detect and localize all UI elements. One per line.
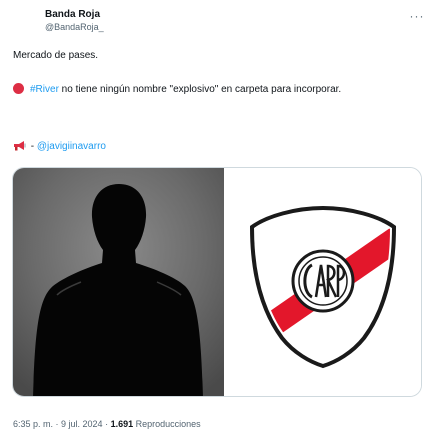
player-silhouette-image[interactable] (13, 168, 224, 396)
author-handle[interactable]: @BandaRoja_ (45, 22, 104, 32)
source-separator: - (28, 141, 37, 152)
more-options-button[interactable]: ··· (407, 9, 427, 23)
author-name[interactable]: Banda Roja (45, 9, 100, 20)
ellipsis-icon: ··· (409, 9, 425, 23)
tweet-source-line: - @javigiinavarro (13, 140, 106, 154)
tweet-text-line: Mercado de pases. (13, 50, 99, 61)
views-label: Reproducciones (133, 419, 201, 429)
tweet: Banda Roja @BandaRoja_ ··· Mercado de pa… (0, 0, 441, 440)
tweet-time[interactable]: 6:35 p. m. (13, 419, 53, 429)
meta-separator: · (102, 419, 111, 429)
river-plate-crest-image[interactable] (224, 168, 421, 396)
red-circle-icon (13, 83, 24, 94)
tweet-media[interactable] (12, 167, 422, 397)
tweet-metadata: 6:35 p. m. · 9 jul. 2024 · 1.691 Reprodu… (13, 419, 201, 429)
tweet-date[interactable]: 9 jul. 2024 (61, 419, 103, 429)
mention-link[interactable]: @javigiinavarro (37, 141, 106, 152)
hashtag-link[interactable]: #River (30, 84, 59, 95)
meta-separator: · (53, 419, 62, 429)
megaphone-icon (14, 141, 26, 151)
tweet-text-body: no tiene ningún nombre "explosivo" en ca… (58, 84, 342, 95)
views-count: 1.691 (110, 419, 134, 429)
tweet-text-paragraph: #River no tiene ningún nombre "explosivo… (13, 83, 393, 97)
avatar[interactable] (12, 6, 46, 40)
